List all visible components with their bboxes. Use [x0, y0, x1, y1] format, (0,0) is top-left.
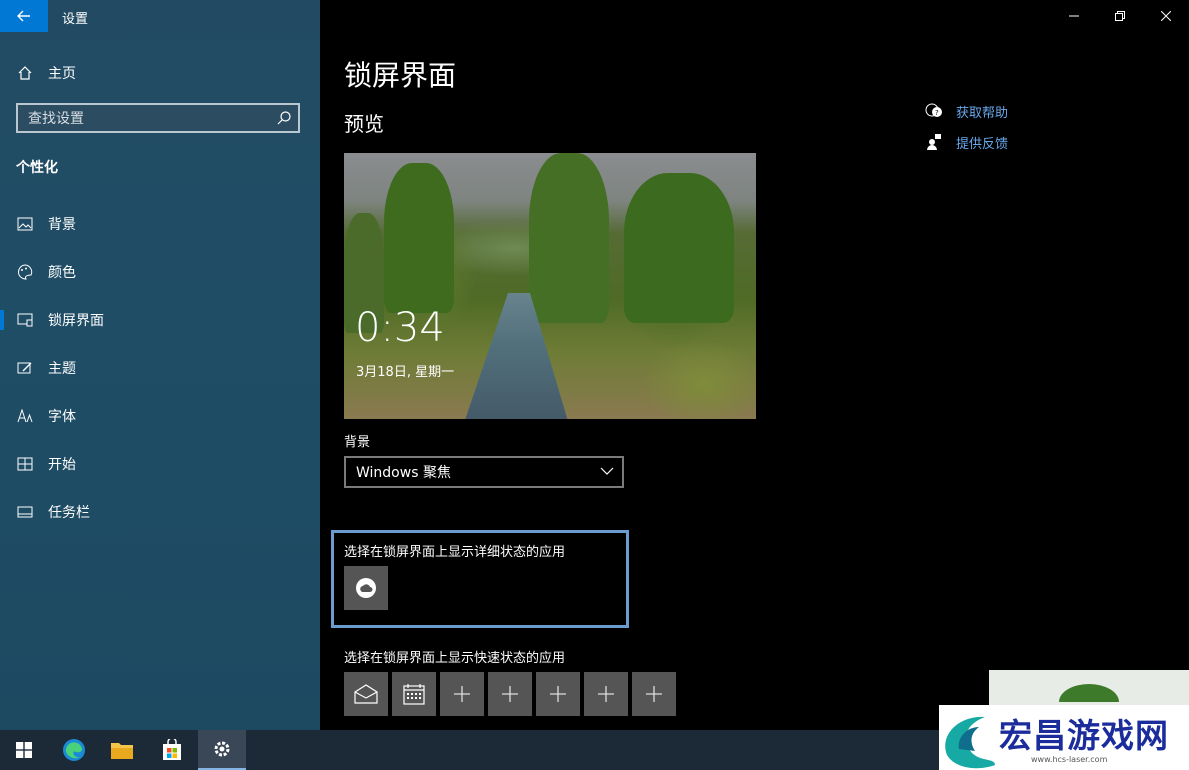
- taskbar-explorer-button[interactable]: [98, 730, 146, 770]
- sidebar-item-label: 锁屏界面: [48, 313, 104, 329]
- taskbar-icon: [16, 503, 34, 521]
- close-button[interactable]: [1143, 0, 1189, 32]
- preview-heading: 预览: [344, 112, 384, 136]
- preview-date: 3月18日, 星期一: [356, 365, 455, 380]
- search-box[interactable]: [16, 103, 300, 133]
- theme-brush-icon: [16, 359, 34, 377]
- restore-icon: [1115, 11, 1125, 21]
- sidebar-item-colors[interactable]: 颜色: [0, 252, 320, 292]
- app-title: 设置: [62, 12, 89, 27]
- plus-icon: [454, 686, 470, 702]
- windows-logo-icon: [16, 742, 32, 758]
- titlebar-left: 设置: [0, 0, 320, 32]
- page-title: 锁屏界面: [344, 59, 457, 92]
- add-quick-status-app-button[interactable]: [440, 672, 484, 716]
- picture-icon: [16, 215, 34, 233]
- store-icon: [163, 739, 181, 760]
- taskbar-edge-button[interactable]: [50, 730, 98, 770]
- sidebar-item-label: 任务栏: [48, 505, 90, 521]
- taskbar-settings-button[interactable]: [198, 730, 246, 770]
- back-button[interactable]: [0, 0, 48, 32]
- sidebar-item-label: 背景: [48, 217, 76, 233]
- plus-icon: [646, 686, 662, 702]
- sidebar-item-taskbar[interactable]: 任务栏: [0, 492, 320, 532]
- feedback-person-icon: [924, 132, 944, 152]
- sidebar-item-fonts[interactable]: 字体: [0, 396, 320, 436]
- sidebar-item-background[interactable]: 背景: [0, 204, 320, 244]
- background-dropdown[interactable]: Windows 聚焦: [344, 456, 624, 488]
- close-icon: [1161, 11, 1171, 21]
- plus-icon: [550, 686, 566, 702]
- start-grid-icon: [16, 455, 34, 473]
- chevron-down-icon: [600, 467, 614, 475]
- watermark: 宏昌游戏网 www.hcs-laser.com: [939, 705, 1189, 770]
- sidebar-item-label: 主题: [48, 361, 76, 377]
- sidebar: 设置 主页 个性化 背景 颜色 锁屏界面 主题: [0, 0, 320, 730]
- background-label: 背景: [344, 435, 371, 450]
- gear-icon: [214, 741, 230, 757]
- sidebar-item-label: 颜色: [48, 265, 76, 281]
- sidebar-item-lock-screen[interactable]: 锁屏界面: [0, 300, 320, 340]
- section-title: 个性化: [16, 160, 58, 176]
- plus-icon: [502, 686, 518, 702]
- taskbar-store-button[interactable]: [148, 730, 196, 770]
- sidebar-item-home[interactable]: 主页: [0, 56, 320, 90]
- preview-time: 0:34: [355, 305, 445, 351]
- palette-icon: [16, 263, 34, 281]
- feedback-link[interactable]: 提供反馈: [924, 131, 1008, 153]
- add-quick-status-app-button[interactable]: [632, 672, 676, 716]
- background-dropdown-value: Windows 聚焦: [356, 465, 451, 481]
- watermark-url: www.hcs-laser.com: [1031, 755, 1108, 764]
- get-help-text: 获取帮助: [956, 105, 1009, 121]
- folder-icon: [111, 743, 133, 759]
- detailed-status-label: 选择在锁屏界面上显示详细状态的应用: [344, 545, 566, 560]
- font-icon: [16, 407, 34, 425]
- feedback-text: 提供反馈: [956, 136, 1009, 152]
- minimize-button[interactable]: [1051, 0, 1097, 32]
- restore-button[interactable]: [1097, 0, 1143, 32]
- sidebar-item-label: 主页: [48, 66, 76, 82]
- watermark-logo: [945, 716, 995, 769]
- quick-status-label: 选择在锁屏界面上显示快速状态的应用: [344, 651, 566, 666]
- lock-screen-preview: 0:34 3月18日, 星期一: [344, 153, 756, 419]
- sidebar-item-themes[interactable]: 主题: [0, 348, 320, 388]
- back-arrow-icon: [17, 10, 30, 22]
- home-icon: [16, 64, 34, 82]
- sidebar-item-label: 开始: [48, 457, 76, 473]
- calendar-icon: [403, 684, 425, 705]
- lock-screen-icon: [16, 311, 34, 329]
- sidebar-item-start[interactable]: 开始: [0, 444, 320, 484]
- add-quick-status-app-button[interactable]: [536, 672, 580, 716]
- minimize-icon: [1069, 15, 1079, 17]
- watermark-text: 宏昌游戏网: [999, 716, 1169, 755]
- add-quick-status-app-button[interactable]: [584, 672, 628, 716]
- quick-status-app-button[interactable]: [344, 672, 388, 716]
- quick-status-app-button[interactable]: [392, 672, 436, 716]
- get-help-link[interactable]: ? 获取帮助: [924, 100, 1008, 122]
- start-button[interactable]: [0, 730, 48, 770]
- edge-browser-icon: [63, 739, 85, 761]
- help-chat-icon: ?: [924, 101, 944, 121]
- search-input[interactable]: [26, 105, 270, 133]
- search-icon[interactable]: [276, 110, 292, 126]
- sidebar-item-label: 字体: [48, 409, 76, 425]
- weather-icon: [356, 578, 376, 598]
- window-controls: [1051, 0, 1189, 32]
- add-quick-status-app-button[interactable]: [488, 672, 532, 716]
- mail-icon: [354, 684, 378, 704]
- plus-icon: [598, 686, 614, 702]
- svg-text:?: ?: [935, 109, 939, 117]
- detailed-status-app-button[interactable]: [344, 566, 388, 610]
